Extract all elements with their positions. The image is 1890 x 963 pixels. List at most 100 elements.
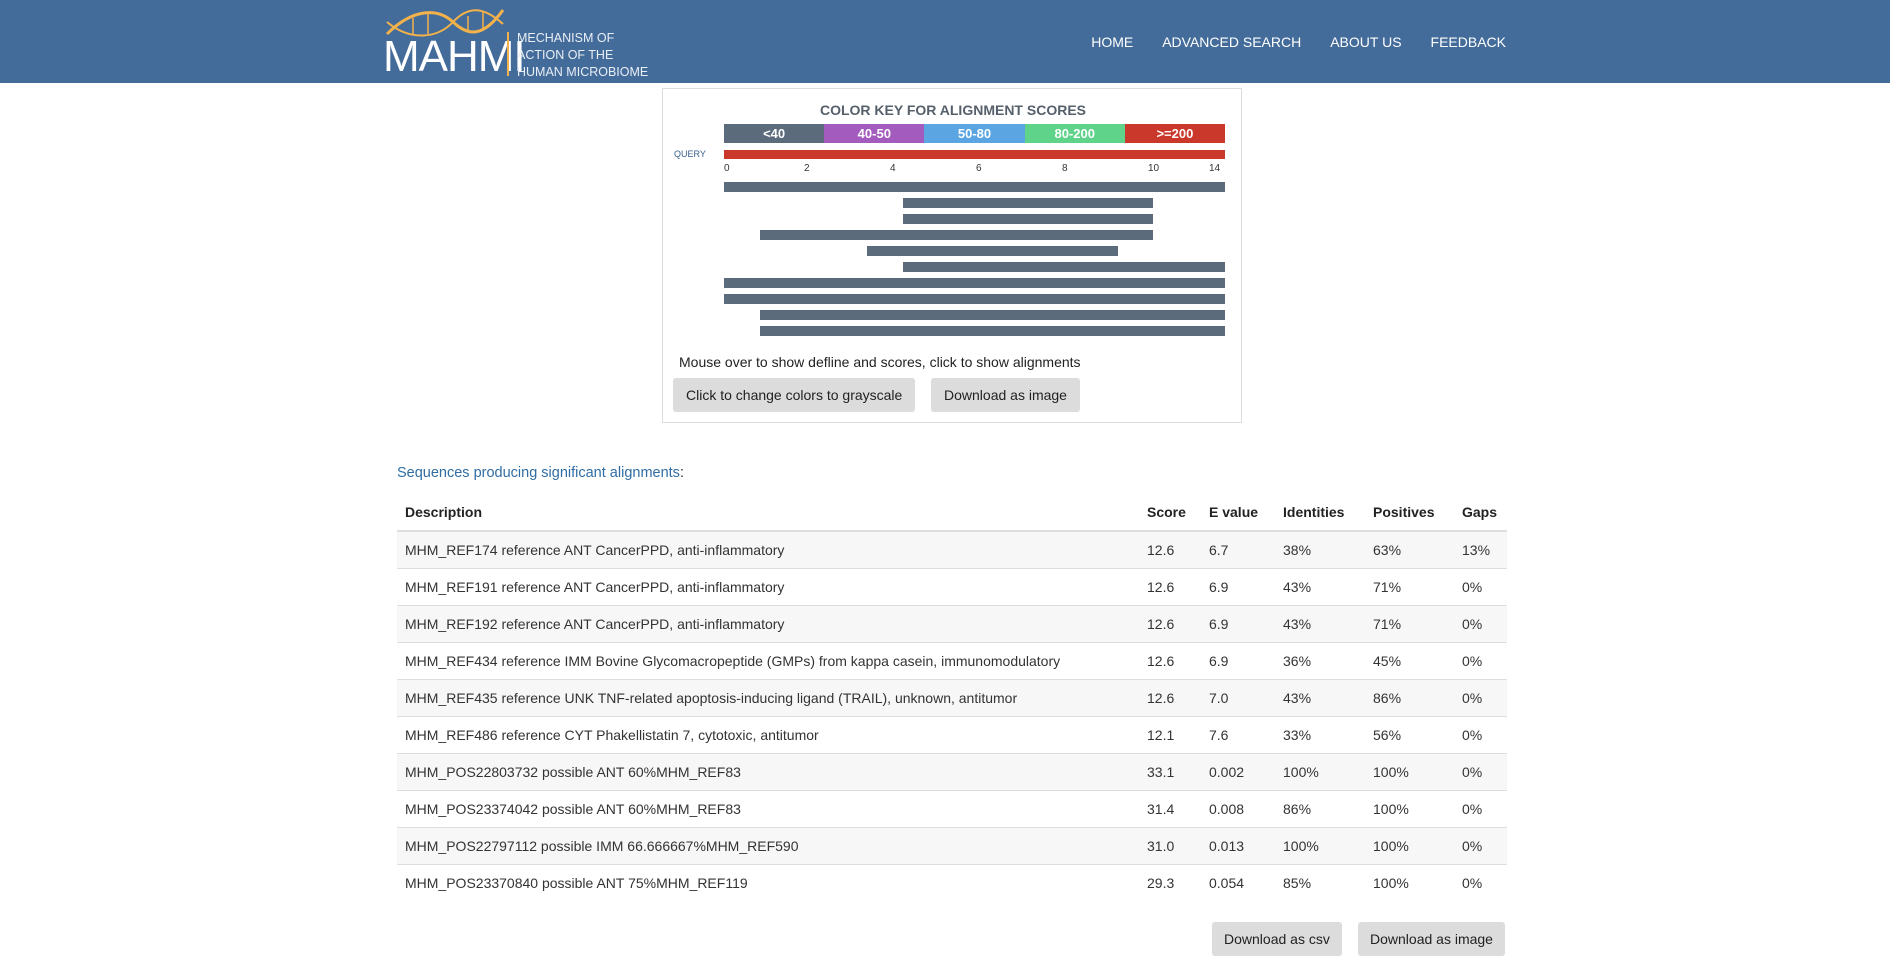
download-csv-button[interactable]: Download as csv <box>1212 922 1342 956</box>
cell-description[interactable]: MHM_POS23374042 possible ANT 60%MHM_REF8… <box>397 789 1139 827</box>
logo-divider <box>507 32 509 76</box>
col-header-identities[interactable]: Identities <box>1275 494 1365 532</box>
table-row[interactable]: MHM_REF434 reference IMM Bovine Glycomac… <box>397 641 1507 679</box>
cell-evalue: 7.0 <box>1201 678 1275 716</box>
cell-positives: 100% <box>1365 789 1454 827</box>
table-row[interactable]: MHM_REF192 reference ANT CancerPPD, anti… <box>397 604 1507 642</box>
alignment-hit-bar[interactable] <box>724 294 1225 304</box>
axis-tick-label: 0 <box>724 163 730 174</box>
cell-score: 12.6 <box>1139 530 1201 568</box>
alignment-hit-bar[interactable] <box>902 262 1225 272</box>
cell-score: 12.6 <box>1139 641 1201 679</box>
cell-description[interactable]: MHM_REF435 reference UNK TNF-related apo… <box>397 678 1139 716</box>
main-nav: HOME ADVANCED SEARCH ABOUT US FEEDBACK <box>1062 34 1506 50</box>
cell-evalue: 6.9 <box>1201 567 1275 605</box>
col-header-score[interactable]: Score <box>1139 494 1201 532</box>
cell-description[interactable]: MHM_REF486 reference CYT Phakellistatin … <box>397 715 1139 753</box>
cell-description[interactable]: MHM_REF191 reference ANT CancerPPD, anti… <box>397 567 1139 605</box>
cell-evalue: 7.6 <box>1201 715 1275 753</box>
cell-evalue: 6.7 <box>1201 530 1275 568</box>
cell-positives: 100% <box>1365 752 1454 790</box>
alignment-hit-bar[interactable] <box>759 326 1225 336</box>
cell-score: 12.6 <box>1139 678 1201 716</box>
nav-advanced-search-link[interactable]: ADVANCED SEARCH <box>1162 34 1301 50</box>
results-download-image-button[interactable]: Download as image <box>1358 922 1505 956</box>
table-row[interactable]: MHM_REF435 reference UNK TNF-related apo… <box>397 678 1507 716</box>
cell-identities: 36% <box>1275 641 1365 679</box>
top-navigation-bar: MAHMI MECHANISM OF ACTION OF THE HUMAN M… <box>0 0 1890 83</box>
cell-gaps: 0% <box>1454 604 1507 642</box>
cell-gaps: 13% <box>1454 530 1507 568</box>
cell-positives: 56% <box>1365 715 1454 753</box>
cell-evalue: 0.002 <box>1201 752 1275 790</box>
alignment-hit-bar[interactable] <box>724 182 1225 192</box>
cell-evalue: 6.9 <box>1201 604 1275 642</box>
cell-score: 31.0 <box>1139 826 1201 864</box>
cell-identities: 33% <box>1275 715 1365 753</box>
axis-tick-label: 6 <box>976 163 982 174</box>
cell-positives: 45% <box>1365 641 1454 679</box>
color-key-swatch: 40-50 <box>824 124 925 143</box>
alignment-hit-bar[interactable] <box>902 214 1154 224</box>
graphic-hint-text: Mouse over to show defline and scores, c… <box>679 354 1081 370</box>
table-header-row: Description Score E value Identities Pos… <box>397 494 1507 532</box>
grayscale-toggle-button[interactable]: Click to change colors to grayscale <box>673 378 916 412</box>
color-key-swatch: >=200 <box>1124 124 1226 143</box>
table-row[interactable]: MHM_POS22803732 possible ANT 60%MHM_REF8… <box>397 752 1507 790</box>
query-bar <box>724 150 1225 159</box>
nav-about-us-link[interactable]: ABOUT US <box>1330 34 1401 50</box>
cell-score: 12.6 <box>1139 604 1201 642</box>
cell-gaps: 0% <box>1454 678 1507 716</box>
alignment-graphic-panel: COLOR KEY FOR ALIGNMENT SCORES <40 40-50 5… <box>662 88 1242 423</box>
axis-tick-label: 8 <box>1062 163 1068 174</box>
col-header-positives[interactable]: Positives <box>1365 494 1454 532</box>
col-header-gaps[interactable]: Gaps <box>1454 494 1507 532</box>
tagline-line: HUMAN MICROBIOME <box>517 65 649 79</box>
alignment-hit-bar[interactable] <box>867 246 1118 256</box>
nav-feedback-link[interactable]: FEEDBACK <box>1431 34 1506 50</box>
table-row[interactable]: MHM_REF174 reference ANT CancerPPD, anti… <box>397 530 1507 568</box>
col-header-description[interactable]: Description <box>397 494 1139 532</box>
nav-home-link[interactable]: HOME <box>1091 34 1133 50</box>
query-label: QUERY <box>674 149 706 159</box>
cell-score: 29.3 <box>1139 863 1201 901</box>
cell-evalue: 6.9 <box>1201 641 1275 679</box>
mahmi-logo[interactable]: MAHMI MECHANISM OF ACTION OF THE HUMAN M… <box>383 4 648 81</box>
axis-tick-label: 2 <box>804 163 810 174</box>
cell-description[interactable]: MHM_REF434 reference IMM Bovine Glycomac… <box>397 641 1139 679</box>
cell-identities: 100% <box>1275 826 1365 864</box>
cell-positives: 71% <box>1365 604 1454 642</box>
graphic-download-image-button[interactable]: Download as image <box>931 378 1080 412</box>
cell-identities: 43% <box>1275 604 1365 642</box>
table-row[interactable]: MHM_REF191 reference ANT CancerPPD, anti… <box>397 567 1507 605</box>
cell-description[interactable]: MHM_REF192 reference ANT CancerPPD, anti… <box>397 604 1139 642</box>
results-table: Description Score E value Identities Pos… <box>397 494 1507 901</box>
cell-score: 33.1 <box>1139 752 1201 790</box>
table-row[interactable]: MHM_POS23374042 possible ANT 60%MHM_REF8… <box>397 789 1507 827</box>
alignment-hit-bar[interactable] <box>759 310 1225 320</box>
alignment-hit-bar[interactable] <box>902 198 1154 208</box>
axis-tick-label: 4 <box>890 163 896 174</box>
cell-description[interactable]: MHM_POS23370840 possible ANT 75%MHM_REF1… <box>397 863 1139 901</box>
color-key-title: COLOR KEY FOR ALIGNMENT SCORES <box>819 102 1086 118</box>
logo-tagline: MECHANISM OF ACTION OF THE HUMAN MICROBI… <box>517 30 648 81</box>
results-section-title: Sequences producing significant alignmen… <box>397 465 684 481</box>
cell-positives: 86% <box>1365 678 1454 716</box>
cell-score: 12.1 <box>1139 715 1201 753</box>
col-header-evalue[interactable]: E value <box>1201 494 1275 532</box>
cell-gaps: 0% <box>1454 567 1507 605</box>
alignment-hit-bar[interactable] <box>724 278 1225 288</box>
cell-description[interactable]: MHM_POS22803732 possible ANT 60%MHM_REF8… <box>397 752 1139 790</box>
cell-identities: 43% <box>1275 567 1365 605</box>
cell-description[interactable]: MHM_POS22797112 possible IMM 66.666667%M… <box>397 826 1139 864</box>
table-row[interactable]: MHM_POS23370840 possible ANT 75%MHM_REF1… <box>397 863 1507 901</box>
cell-description[interactable]: MHM_REF174 reference ANT CancerPPD, anti… <box>397 530 1139 568</box>
table-row[interactable]: MHM_REF486 reference CYT Phakellistatin … <box>397 715 1507 753</box>
axis-tick-label: 10 <box>1148 163 1160 174</box>
color-key-swatch: 80-200 <box>1024 124 1125 143</box>
alignment-hit-bar[interactable] <box>759 230 1154 240</box>
results-title-colon: : <box>679 465 684 481</box>
cell-positives: 100% <box>1365 863 1454 901</box>
table-row[interactable]: MHM_POS22797112 possible IMM 66.666667%M… <box>397 826 1507 864</box>
cell-identities: 85% <box>1275 863 1365 901</box>
